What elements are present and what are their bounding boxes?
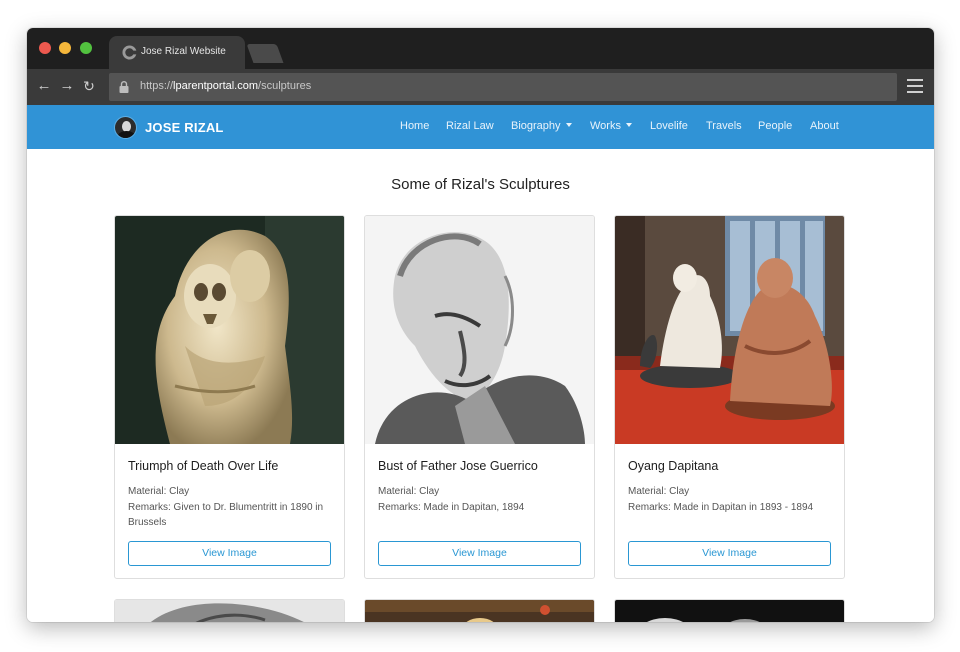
card-material: Material: Clay (128, 486, 190, 497)
tab-bar: Jose Rizal Website (27, 28, 934, 69)
view-image-button[interactable]: View Image (378, 541, 581, 566)
url-text: https://lparentportal.com/sculptures (140, 80, 311, 92)
nav-works-label: Works (590, 120, 621, 132)
card-title: Triumph of Death Over Life (128, 459, 279, 473)
minimize-window-button[interactable] (59, 42, 71, 54)
sculpture-card-partial (114, 599, 345, 622)
sculpture-card: Bust of Father Jose Guerrico Material: C… (364, 215, 595, 579)
sculpture-card: Oyang Dapitana Material: Clay Remarks: M… (614, 215, 845, 579)
card-title: Bust of Father Jose Guerrico (378, 459, 538, 473)
sculpture-image-partial[interactable] (115, 600, 344, 622)
close-window-button[interactable] (39, 42, 51, 54)
sculpture-card-partial (364, 599, 595, 622)
nav-links: Home Rizal Law Biography Works Lovelife … (27, 105, 934, 149)
new-tab-button[interactable] (246, 44, 284, 63)
card-remarks: Remarks: Made in Dapitan in 1893 - 1894 (628, 501, 814, 513)
card-remarks: Remarks: Made in Dapitan, 1894 (378, 501, 525, 513)
nav-rizal-law[interactable]: Rizal Law (446, 120, 494, 132)
browser-tab[interactable]: Jose Rizal Website (109, 36, 245, 69)
card-remarks: Remarks: Given to Dr. Blumentritt in 189… (128, 501, 324, 529)
url-host: lparentportal.com (173, 80, 259, 92)
main-content: Some of Rizal's Sculptures Triumph of De… (27, 149, 934, 622)
sculpture-card: Triumph of Death Over Life Material: Cla… (114, 215, 345, 579)
reload-icon[interactable]: ↻ (80, 77, 98, 95)
sculpture-image-partial[interactable] (615, 600, 844, 622)
maximize-window-button[interactable] (80, 42, 92, 54)
tab-title: Jose Rizal Website (141, 46, 226, 57)
nav-about[interactable]: About (810, 120, 839, 132)
card-title: Oyang Dapitana (628, 459, 719, 473)
card-material: Material: Clay (628, 486, 690, 497)
back-arrow-icon[interactable]: ← (35, 77, 53, 95)
lock-icon (119, 81, 129, 93)
hamburger-menu-icon[interactable] (907, 79, 923, 95)
nav-biography-label: Biography (511, 120, 561, 132)
sculpture-card-partial (614, 599, 845, 622)
sculpture-image-oyang-dapitana[interactable] (615, 216, 844, 444)
chevron-down-icon (565, 123, 572, 128)
site-navbar: JOSE RIZAL Home Rizal Law Biography Work… (27, 105, 934, 149)
nav-lovelife[interactable]: Lovelife (650, 120, 688, 132)
view-image-button[interactable]: View Image (128, 541, 331, 566)
chevron-down-icon (625, 123, 632, 128)
browser-toolbar: ← → ↻ https://lparentportal.com/sculptur… (27, 69, 934, 105)
card-material: Material: Clay (378, 486, 440, 497)
browser-window: Jose Rizal Website ← → ↻ https://lparent… (27, 28, 934, 622)
forward-arrow-icon[interactable]: → (58, 77, 76, 95)
card-description: Material: Clay Remarks: Made in Dapitan,… (378, 484, 583, 515)
nav-biography[interactable]: Biography (511, 120, 572, 132)
nav-home[interactable]: Home (400, 120, 429, 132)
nav-people[interactable]: People (758, 120, 792, 132)
url-path: /sculptures (258, 80, 312, 92)
url-prefix: https:// (140, 80, 174, 92)
page-title: Some of Rizal's Sculptures (391, 176, 570, 193)
sculpture-image-triumph-of-death[interactable] (115, 216, 344, 444)
sculpture-image-partial[interactable] (365, 600, 594, 622)
card-description: Material: Clay Remarks: Made in Dapitan … (628, 484, 833, 515)
card-description: Material: Clay Remarks: Given to Dr. Blu… (128, 484, 333, 531)
nav-works[interactable]: Works (590, 120, 632, 132)
tab-favicon-icon (122, 45, 137, 60)
view-image-button[interactable]: View Image (628, 541, 831, 566)
sculpture-image-bust-of-father-guerrico[interactable] (365, 216, 594, 444)
nav-travels[interactable]: Travels (706, 120, 742, 132)
address-bar[interactable]: https://lparentportal.com/sculptures (109, 73, 897, 101)
